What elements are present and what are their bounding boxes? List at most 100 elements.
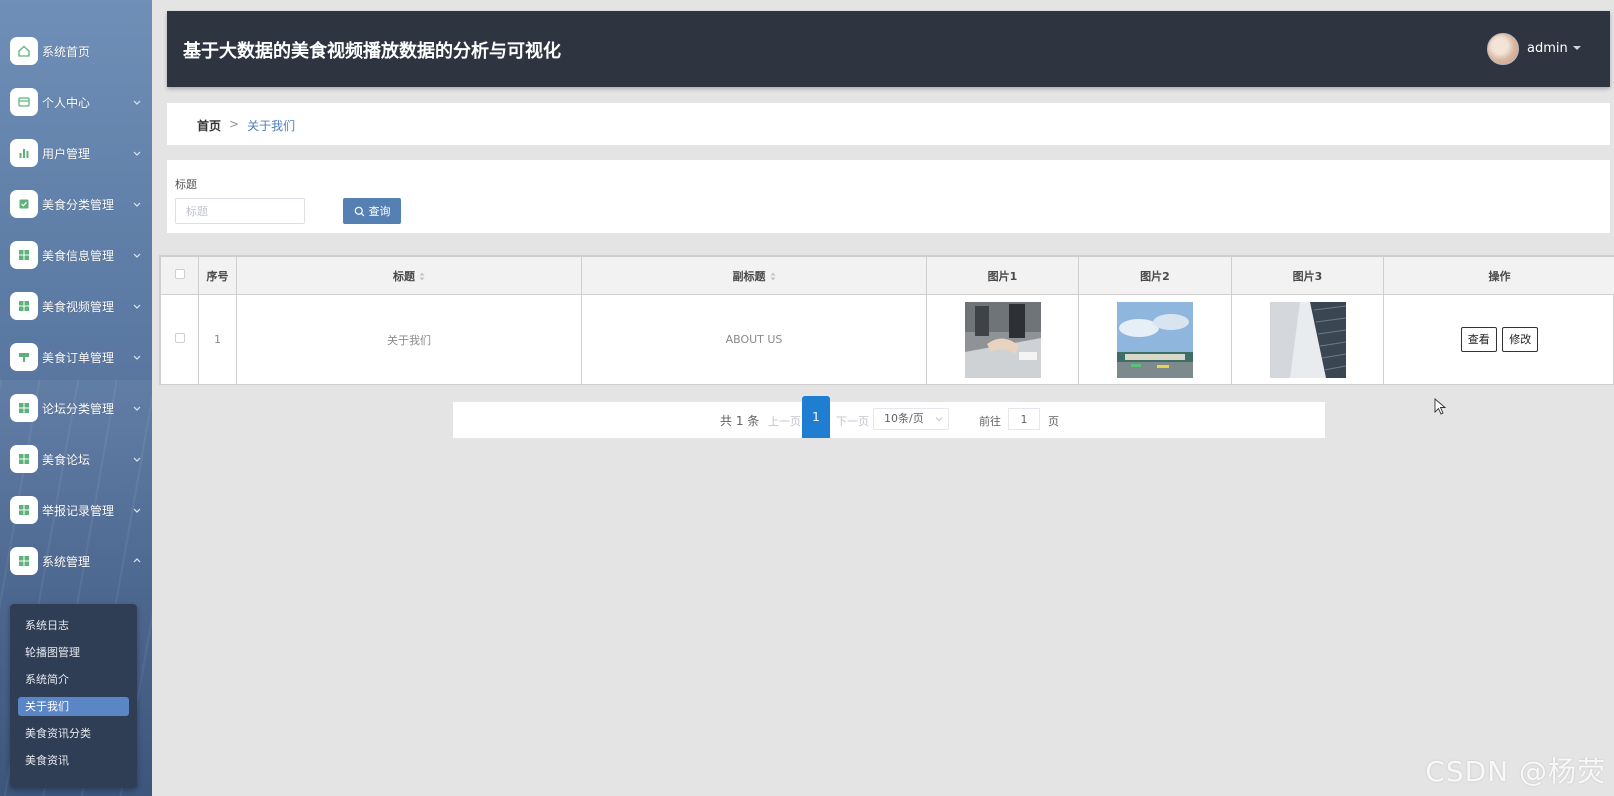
grid-icon [10,445,38,473]
chevron-down-icon [133,100,141,105]
chevron-down-icon [133,508,141,513]
breadcrumb-bar: 首页 > 关于我们 [167,103,1610,145]
table-row: 1 关于我们 ABOUT US 查看 修改 [160,294,1614,385]
sidebar-item-report-records[interactable]: 举报记录管理 [0,484,152,536]
row-subtitle: ABOUT US [581,294,927,385]
sidebar-item-label: 美食订单管理 [42,350,115,365]
sidebar: 系统首页 个人中心 用户管理 美食分类管理 美食信息管理 美食视频管理 美食订单… [0,0,152,796]
image1-thumbnail[interactable] [964,301,1041,378]
sidebar-item-food-info[interactable]: 美食信息管理 [0,229,152,281]
page-size-value: 10条/页 [884,412,924,425]
sidebar-item-label: 美食视频管理 [42,299,115,314]
sidebar-item-food-order[interactable]: 美食订单管理 [0,331,152,383]
view-button[interactable]: 查看 [1460,327,1497,352]
search-button-label: 查询 [368,205,391,218]
top-header: 基于大数据的美食视频播放数据的分析与可视化 admin [167,11,1610,87]
page-title: 基于大数据的美食视频播放数据的分析与可视化 [183,41,561,62]
page-size-select[interactable]: 10条/页 [873,408,949,430]
submenu-item-news-category[interactable]: 美食资讯分类 [18,724,129,743]
goto-unit: 页 [1048,415,1059,428]
category-icon [10,190,38,218]
column-header-image2: 图片2 [1078,256,1232,295]
row-select-cell[interactable] [160,294,199,385]
chevron-up-icon [133,558,141,563]
column-header-image1: 图片1 [926,256,1079,295]
sidebar-item-label: 个人中心 [42,95,91,110]
row-title: 关于我们 [236,294,582,385]
grid-icon [10,394,38,422]
search-button[interactable]: 查询 [343,198,401,224]
sidebar-item-label: 美食论坛 [42,452,91,467]
chevron-down-icon [935,417,943,422]
chevron-down-icon [133,304,141,309]
sidebar-item-label: 美食信息管理 [42,248,115,263]
table-header-row: 序号 标题 副标题 图片1 图片2 图片3 操作 [160,256,1614,295]
prev-page-button[interactable]: 上一页 [768,413,801,429]
chevron-down-icon [133,151,141,156]
submenu-item-about-us[interactable]: 关于我们 [18,697,129,716]
sidebar-item-food-category[interactable]: 美食分类管理 [0,178,152,230]
grid-icon [10,496,38,524]
sidebar-item-label: 美食分类管理 [42,197,115,212]
avatar[interactable] [1487,33,1519,65]
grid-icon [10,292,38,320]
edit-button[interactable]: 修改 [1502,327,1539,352]
sidebar-item-food-video[interactable]: 美食视频管理 [0,280,152,332]
search-label: 标题 [175,178,197,191]
submenu-item-carousel[interactable]: 轮播图管理 [18,643,129,662]
sidebar-item-profile[interactable]: 个人中心 [0,76,152,128]
chevron-down-icon [133,457,141,462]
sidebar-item-label: 系统管理 [42,554,91,569]
column-header-subtitle[interactable]: 副标题 [581,256,927,295]
sidebar-item-forum-category[interactable]: 论坛分类管理 [0,382,152,434]
chevron-down-icon [133,253,141,258]
chevron-down-icon [133,406,141,411]
breadcrumb-separator: > [229,117,240,131]
data-table: 序号 标题 副标题 图片1 图片2 图片3 操作 1 关于我们 ABOUT US [159,255,1614,385]
chevron-down-icon [133,202,141,207]
sidebar-item-food-forum[interactable]: 美食论坛 [0,433,152,485]
breadcrumb: 首页 > 关于我们 [197,117,295,134]
image3-thumbnail[interactable] [1269,301,1346,378]
column-header-subtitle-label: 副标题 [732,269,766,283]
breadcrumb-home[interactable]: 首页 [197,117,221,134]
goto-page-input[interactable] [1008,408,1040,430]
column-header-title[interactable]: 标题 [236,256,582,295]
search-input[interactable] [175,198,305,224]
next-page-button[interactable]: 下一页 [836,413,869,429]
submenu-item-news[interactable]: 美食资讯 [18,751,129,770]
pagination: 共 1 条 上一页 1 下一页 10条/页 前往 页 [453,396,1325,438]
pagination-total: 共 1 条 [720,414,760,428]
chart-icon [10,139,38,167]
user-name[interactable]: admin [1527,41,1568,56]
breadcrumb-current: 关于我们 [247,119,296,133]
row-actions: 查看 修改 [1383,294,1614,385]
system-submenu: 系统日志 轮播图管理 系统简介 关于我们 美食资讯分类 美食资讯 [10,604,137,788]
sort-icon[interactable] [770,272,776,281]
sidebar-item-system[interactable]: 系统管理 [0,535,152,587]
column-header-actions: 操作 [1383,256,1614,295]
row-image3-cell [1231,294,1384,385]
mouse-cursor-icon [1434,398,1446,415]
sidebar-item-label: 系统首页 [42,44,91,59]
home-icon [10,37,38,65]
select-all-cell[interactable] [160,256,199,295]
select-all-checkbox[interactable] [174,269,185,279]
submenu-item-system-intro[interactable]: 系统简介 [18,670,129,689]
watermark: CSDN @杨荧 [1425,755,1606,788]
goto-label: 前往 [979,415,1001,428]
caret-down-icon[interactable] [1572,43,1582,53]
row-image2-cell [1078,294,1232,385]
column-header-image3: 图片3 [1231,256,1384,295]
sidebar-item-users[interactable]: 用户管理 [0,127,152,179]
sidebar-item-label: 举报记录管理 [42,503,115,518]
image2-thumbnail[interactable] [1117,301,1193,378]
column-header-index: 序号 [198,256,237,295]
page-number-current[interactable]: 1 [802,396,830,438]
sidebar-item-home[interactable]: 系统首页 [0,25,152,77]
search-panel: 标题 查询 [167,160,1610,233]
sidebar-item-label: 用户管理 [42,146,91,161]
sort-icon[interactable] [419,272,425,281]
row-checkbox[interactable] [174,333,185,343]
submenu-item-system-log[interactable]: 系统日志 [18,616,129,635]
